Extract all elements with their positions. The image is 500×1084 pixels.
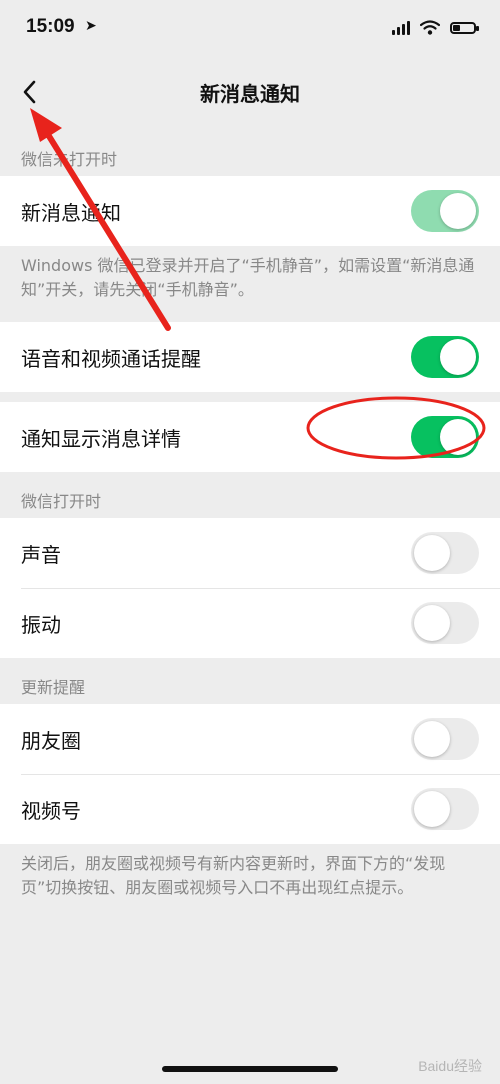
- settings-group-details: 通知显示消息详情: [0, 402, 500, 472]
- status-time: 15:09: [26, 16, 75, 37]
- setting-label: 朋友圈: [21, 728, 81, 753]
- setting-row-vibration: 振动: [0, 588, 500, 658]
- toggle-vibration[interactable]: [411, 602, 479, 644]
- setting-row-call-reminder: 语音和视频通话提醒: [0, 322, 500, 392]
- setting-row-sound: 声音: [0, 518, 500, 588]
- signal-icon: [392, 20, 410, 35]
- toggle-show-details[interactable]: [411, 416, 479, 458]
- toggle-knob: [414, 791, 450, 827]
- home-indicator: [162, 1066, 338, 1072]
- toggle-knob: [440, 339, 476, 375]
- setting-label: 视频号: [21, 798, 81, 823]
- setting-label: 新消息通知: [21, 200, 121, 225]
- toggle-knob: [440, 419, 476, 455]
- battery-icon: [450, 21, 479, 34]
- settings-group-pc-open: 新消息通知: [0, 176, 500, 246]
- setting-label: 通知显示消息详情: [21, 426, 181, 451]
- section-label-pc-open: 微信未打开时: [21, 150, 118, 169]
- toggle-knob: [414, 535, 450, 571]
- toggle-call-reminder[interactable]: [411, 336, 479, 378]
- watermark: Baidu经验: [418, 1058, 482, 1074]
- status-bar: 15:09 ➤: [0, 0, 500, 60]
- toggle-sound[interactable]: [411, 532, 479, 574]
- status-icons: [392, 20, 479, 35]
- section-label-wechat-open: 微信打开时: [21, 492, 102, 511]
- location-arrow-icon: ➤: [85, 18, 97, 34]
- settings-group-updates: 朋友圈 视频号: [0, 704, 500, 844]
- note-text: 关闭后，朋友圈或视频号有新内容更新时，界面下方的“发现页”切换按钮、朋友圈或视频…: [21, 854, 446, 897]
- setting-row-new-message: 新消息通知: [0, 176, 500, 246]
- page-title: 新消息通知: [200, 82, 300, 106]
- toggle-knob: [440, 193, 476, 229]
- toggle-channels[interactable]: [411, 788, 479, 830]
- toggle-moments[interactable]: [411, 718, 479, 760]
- toggle-knob: [414, 721, 450, 757]
- toggle-knob: [414, 605, 450, 641]
- setting-label: 声音: [21, 542, 61, 567]
- setting-row-moments: 朋友圈: [0, 704, 500, 774]
- toggle-new-message[interactable]: [411, 190, 479, 232]
- section-label-updates: 更新提醒: [21, 678, 86, 697]
- settings-group-wechat-open: 声音 振动: [0, 518, 500, 658]
- settings-group-calls: 语音和视频通话提醒: [0, 322, 500, 392]
- setting-label: 振动: [21, 612, 61, 637]
- setting-label: 语音和视频通话提醒: [21, 346, 201, 371]
- setting-row-channels: 视频号: [0, 774, 500, 844]
- setting-row-show-details: 通知显示消息详情: [0, 402, 500, 472]
- battery-level: [453, 24, 460, 31]
- wifi-icon: [420, 20, 440, 35]
- nav-bar: 新消息通知: [0, 60, 500, 130]
- note-text: Windows 微信已登录并开启了“手机静音”，如需设置“新消息通知”开关，请先…: [21, 256, 475, 299]
